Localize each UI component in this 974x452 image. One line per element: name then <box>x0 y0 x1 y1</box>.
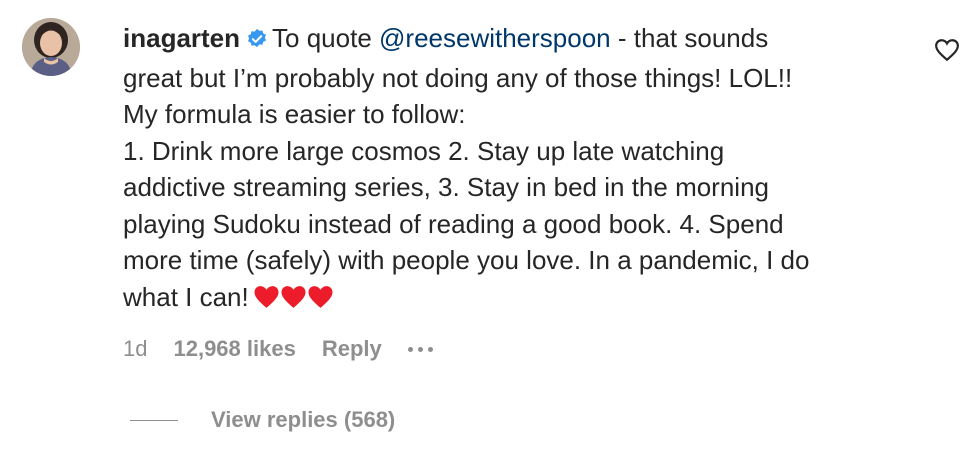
comment-text-line: playing Sudoku instead of reading a good… <box>123 208 784 239</box>
heart-emoji-icon <box>281 285 306 308</box>
view-replies-button[interactable]: View replies (568) <box>211 407 395 433</box>
view-replies: View replies (568) <box>130 407 395 433</box>
comment-text-prefix: To quote <box>272 23 380 53</box>
replies-divider <box>130 419 178 421</box>
heart-emoji-icon <box>308 285 333 308</box>
likes-count[interactable]: 12,968 likes <box>173 336 295 362</box>
comment-text-line: addictive streaming series, 3. Stay in b… <box>123 172 770 202</box>
comment-first-line: inagarten To quote @reesewitherspoon - th… <box>123 20 923 60</box>
comment-body: inagarten To quote @reesewitherspoon - th… <box>123 20 923 318</box>
comment: inagarten To quote @reesewitherspoon - th… <box>0 0 974 452</box>
comment-last-line: what I can! <box>123 279 923 319</box>
comment-text-line: - that sounds <box>610 23 769 53</box>
comment-text-line: great but I’m probably not doing any of … <box>123 62 793 93</box>
heart-emoji-icon <box>254 285 279 308</box>
username-link[interactable]: inagarten <box>123 23 240 53</box>
comment-text-line: more time (safely) with people you love.… <box>123 245 810 275</box>
comment-meta: 1d 12,968 likes Reply <box>123 336 438 362</box>
mention-link[interactable]: @reesewitherspoon <box>379 23 611 53</box>
verified-badge-icon <box>246 23 268 60</box>
comment-text-line: My formula is easier to follow: <box>123 99 466 129</box>
avatar-image <box>22 18 80 76</box>
avatar[interactable] <box>22 18 80 76</box>
heart-emoji-group <box>253 282 334 319</box>
comment-text-line: 1. Drink more large cosmos 2. Stay up la… <box>123 135 725 166</box>
comment-text-line: what I can! <box>123 281 249 312</box>
more-options-icon[interactable] <box>407 346 438 352</box>
like-heart-icon[interactable] <box>934 38 960 62</box>
comment-time[interactable]: 1d <box>123 336 147 362</box>
reply-button[interactable]: Reply <box>322 336 382 362</box>
